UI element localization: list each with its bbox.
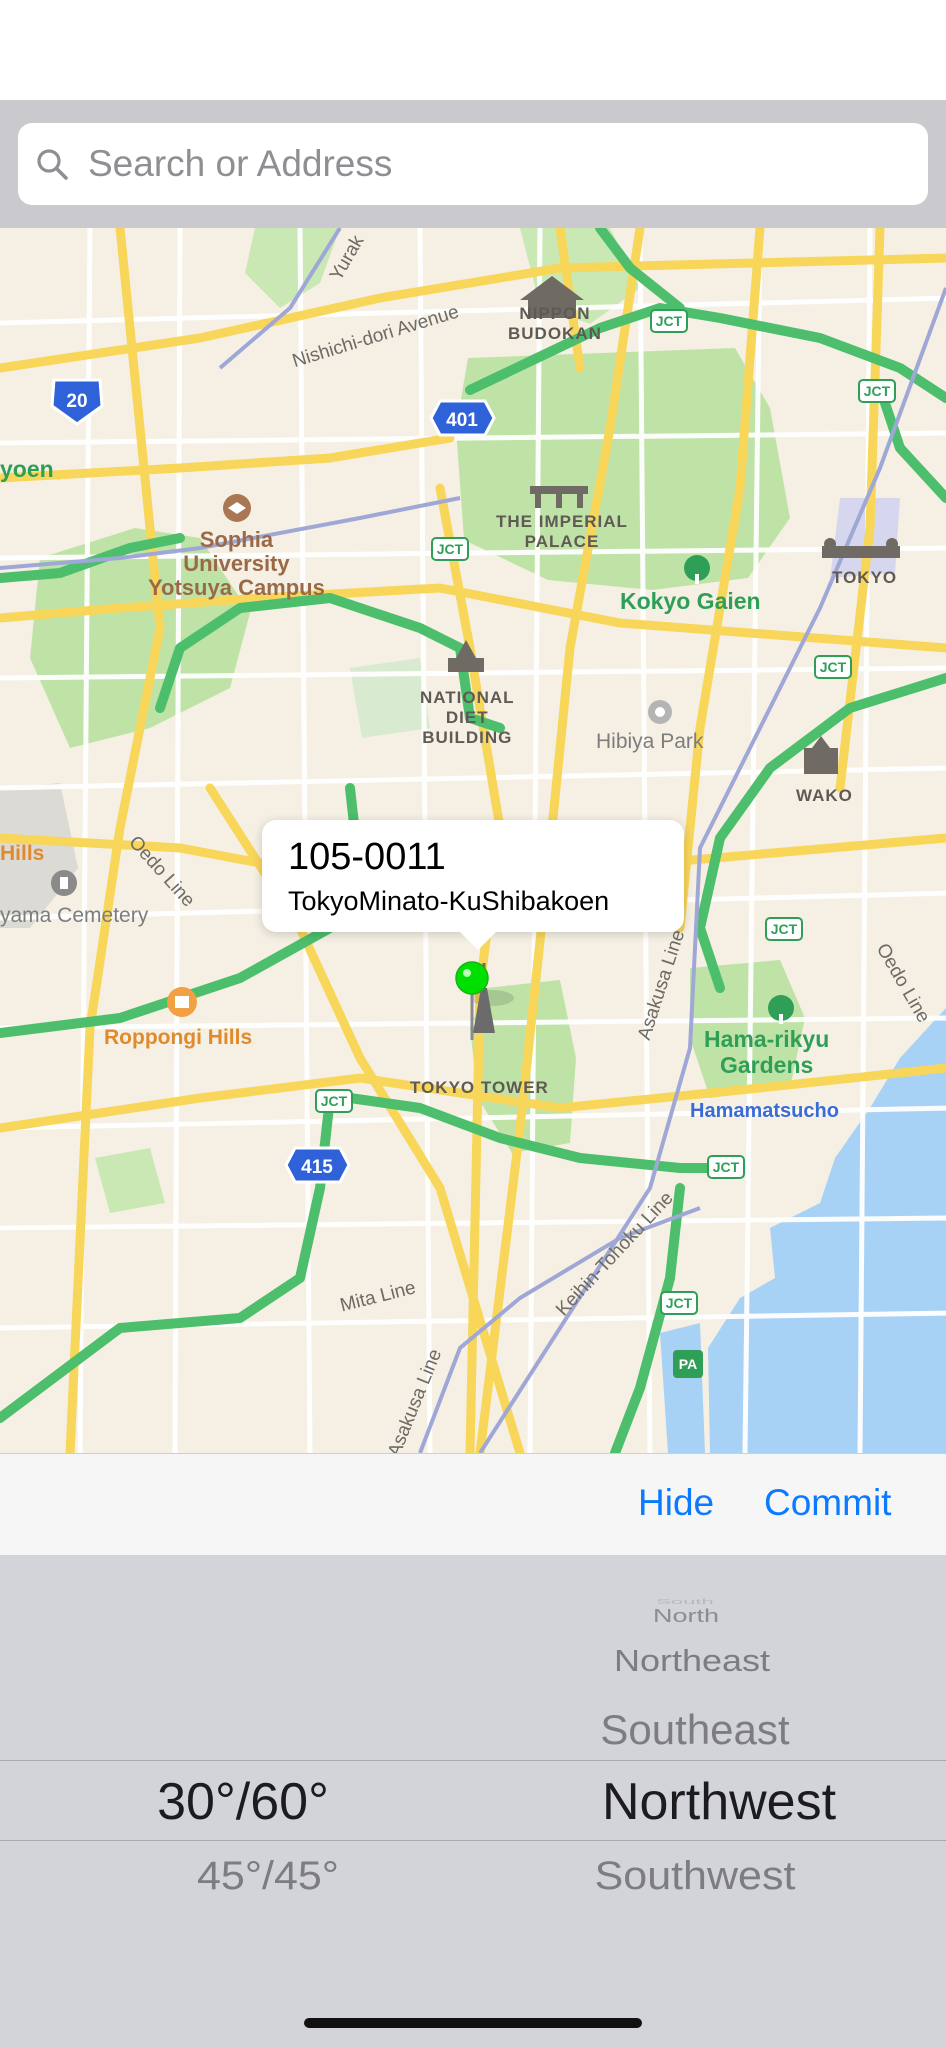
route-20-label: 20 — [66, 391, 87, 412]
map-label-hama-rikyu: Hama-rikyu Gardens — [704, 1026, 830, 1078]
roppongi-hills-icon — [167, 987, 197, 1017]
map-label-imperial-palace: THE IMPERIAL PALACE — [496, 512, 628, 551]
location-callout[interactable]: 105-0011 TokyoMinato-KuShibakoen — [262, 820, 684, 950]
search-field[interactable] — [18, 123, 928, 205]
map-label-hills: Hills — [0, 842, 45, 865]
map-label-national-diet: NATIONAL DIET BUILDING — [420, 688, 515, 747]
picker-angle-selected[interactable]: 30°/60° — [157, 1772, 329, 1832]
map-label-hibiya-park: Hibiya Park — [596, 730, 704, 753]
picker-direction-option[interactable]: Northeast — [614, 1643, 770, 1679]
map-label-cemetery: yama Cemetery — [0, 904, 149, 927]
jct-badge-1: JCT — [656, 313, 683, 329]
callout-arrow — [458, 930, 498, 950]
map-label-wako: WAKO — [796, 786, 853, 805]
university-icon — [223, 494, 251, 522]
map-label-kokyo-gaien: Kokyo Gaien — [620, 588, 761, 614]
route-shield-401: 401 — [429, 399, 496, 437]
search-input[interactable] — [86, 142, 928, 186]
map-label-tokyo-tower: TOKYO TOWER — [410, 1078, 549, 1097]
picker-angle-option[interactable]: 45°/45° — [197, 1854, 339, 1899]
home-indicator — [304, 2018, 642, 2028]
jct-badge-5: JCT — [771, 921, 798, 937]
jct-badge-2: JCT — [864, 383, 891, 399]
search-bar — [0, 100, 946, 228]
map-label-roppongi-hills: Roppongi Hills — [104, 1026, 253, 1049]
pa-badge: PA — [679, 1356, 697, 1372]
map-label-hamamatsucho: Hamamatsucho — [690, 1100, 839, 1122]
map-label-sophia-university: Sophia University Yotsuya Campus — [148, 527, 325, 600]
route-401-label: 401 — [446, 410, 478, 431]
picker-selection-top — [0, 1760, 946, 1761]
route-shield-415: 415 — [284, 1146, 351, 1184]
route-shield-20: 20 — [50, 378, 104, 426]
imperial-palace-icon — [530, 486, 588, 508]
picker-wheel[interactable]: 30°/60° 45°/45° South North Northeast So… — [0, 1555, 946, 2048]
picker-direction-option[interactable]: North — [653, 1605, 719, 1627]
map-label-yoen: yoen — [0, 456, 54, 482]
hide-button[interactable]: Hide — [638, 1482, 714, 1524]
callout-postcode: 105-0011 — [288, 836, 446, 878]
map-label-nippon-budokan: NIPPON BUDOKAN — [508, 304, 602, 343]
status-bar-area — [0, 0, 946, 100]
search-icon — [37, 149, 68, 180]
hibiya-poi-icon — [648, 700, 672, 724]
route-415-label: 415 — [301, 1157, 333, 1178]
jct-badge-3: JCT — [437, 541, 464, 557]
cemetery-icon — [51, 870, 77, 896]
jct-badge-6: JCT — [321, 1093, 348, 1109]
callout-address: TokyoMinato-KuShibakoen — [288, 886, 610, 916]
picker-direction-option[interactable]: Southwest — [595, 1854, 796, 1899]
map-label-tokyo: TOKYO — [832, 568, 898, 587]
jct-badge-8: JCT — [666, 1295, 693, 1311]
picker-toolbar: Hide Commit — [0, 1453, 946, 1556]
map-view[interactable]: 20 401 415 405 JCT JCT JCT JCT JCT JCT — [0, 228, 946, 1453]
commit-button[interactable]: Commit — [764, 1482, 891, 1524]
picker-direction-option[interactable]: Southeast — [600, 1706, 789, 1754]
jct-badge-7: JCT — [713, 1159, 740, 1175]
picker-selection-bottom — [0, 1840, 946, 1841]
picker-direction-selected[interactable]: Northwest — [602, 1772, 836, 1832]
jct-badge-4: JCT — [820, 659, 847, 675]
